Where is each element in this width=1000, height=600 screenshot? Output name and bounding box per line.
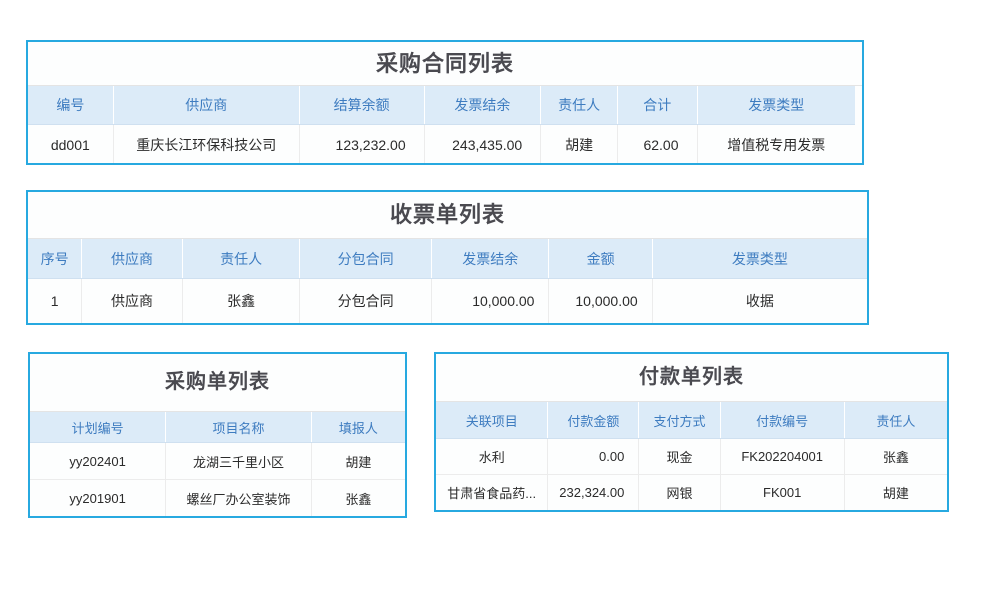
purchase-orders-title: 采购单列表 xyxy=(30,354,405,412)
column-header-payment-method: 支付方式 xyxy=(639,402,720,439)
column-header-invoice-type: 发票类型 xyxy=(652,239,867,279)
column-header-owner: 责任人 xyxy=(541,86,618,125)
cell-invoice-type: 增值税专用发票 xyxy=(697,125,855,165)
cell-plan-code: yy202401 xyxy=(30,443,166,480)
purchase-contracts-panel: 采购合同列表 编号 供应商 结算余额 发票结余 责任人 合计 发票类型 dd00… xyxy=(26,40,864,165)
column-header-project-name: 项目名称 xyxy=(166,412,312,443)
cell-project-name: 龙湖三千里小区 xyxy=(166,443,312,480)
column-header-settlement-balance: 结算余额 xyxy=(299,86,424,125)
cell-supplier: 重庆长江环保科技公司 xyxy=(113,125,299,165)
column-header-owner: 责任人 xyxy=(182,239,299,279)
column-header-supplier: 供应商 xyxy=(82,239,183,279)
cell-owner: 胡建 xyxy=(844,475,947,511)
purchase-contracts-table: 编号 供应商 结算余额 发票结余 责任人 合计 发票类型 dd001 重庆长江环… xyxy=(28,86,855,164)
cell-settlement-balance: 123,232.00 xyxy=(299,125,424,165)
receipt-notes-table: 序号 供应商 责任人 分包合同 发票结余 金额 发票类型 1 供应商 张鑫 分包… xyxy=(28,239,867,323)
column-header-subcontract: 分包合同 xyxy=(300,239,432,279)
cell-code: dd001 xyxy=(28,125,113,165)
table-row: 水利 0.00 现金 FK202204001 张鑫 xyxy=(436,439,947,475)
column-header-invoice-type: 发票类型 xyxy=(697,86,855,125)
cell-owner: 张鑫 xyxy=(182,279,299,324)
cell-invoice-balance: 243,435.00 xyxy=(424,125,541,165)
cell-project-name: 螺丝厂办公室装饰 xyxy=(166,480,312,517)
purchase-orders-table: 计划编号 项目名称 填报人 yy202401 龙湖三千里小区 胡建 yy2019… xyxy=(30,412,405,516)
cell-payment-method: 网银 xyxy=(639,475,720,511)
cell-payment-method: 现金 xyxy=(639,439,720,475)
cell-plan-code: yy201901 xyxy=(30,480,166,517)
column-header-amount: 金额 xyxy=(549,239,652,279)
table-row: yy201901 螺丝厂办公室装饰 张鑫 xyxy=(30,480,405,517)
receipt-notes-title: 收票单列表 xyxy=(28,192,867,239)
payment-notes-table: 关联项目 付款金额 支付方式 付款编号 责任人 水利 0.00 现金 FK202… xyxy=(436,402,947,510)
cell-amount: 10,000.00 xyxy=(549,279,652,324)
cell-index: 1 xyxy=(28,279,82,324)
header-row: 关联项目 付款金额 支付方式 付款编号 责任人 xyxy=(436,402,947,439)
purchase-contracts-title: 采购合同列表 xyxy=(28,42,862,86)
column-header-owner: 责任人 xyxy=(844,402,947,439)
column-header-index: 序号 xyxy=(28,239,82,279)
column-header-plan-code: 计划编号 xyxy=(30,412,166,443)
table-row: yy202401 龙湖三千里小区 胡建 xyxy=(30,443,405,480)
payment-notes-panel: 付款单列表 关联项目 付款金额 支付方式 付款编号 责任人 水利 0.00 现金… xyxy=(434,352,949,512)
cell-related-project: 水利 xyxy=(436,439,548,475)
cell-payment-code: FK202204001 xyxy=(720,439,844,475)
cell-filler: 张鑫 xyxy=(311,480,405,517)
cell-owner: 胡建 xyxy=(541,125,618,165)
cell-invoice-type: 收据 xyxy=(652,279,867,324)
column-header-payment-amount: 付款金额 xyxy=(548,402,639,439)
cell-filler: 胡建 xyxy=(311,443,405,480)
payment-notes-title: 付款单列表 xyxy=(436,354,947,402)
column-header-total: 合计 xyxy=(618,86,697,125)
cell-supplier: 供应商 xyxy=(82,279,183,324)
cell-related-project: 甘肃省食品药... xyxy=(436,475,548,511)
column-header-code: 编号 xyxy=(28,86,113,125)
column-header-supplier: 供应商 xyxy=(113,86,299,125)
receipt-notes-panel: 收票单列表 序号 供应商 责任人 分包合同 发票结余 金额 发票类型 1 供应商… xyxy=(26,190,869,325)
column-header-invoice-balance: 发票结余 xyxy=(424,86,541,125)
report-page: { "colors": { "panel_border": "#27a9e0",… xyxy=(0,0,1000,600)
table-row: dd001 重庆长江环保科技公司 123,232.00 243,435.00 胡… xyxy=(28,125,855,165)
table-row: 甘肃省食品药... 232,324.00 网银 FK001 胡建 xyxy=(436,475,947,511)
column-header-filler: 填报人 xyxy=(311,412,405,443)
cell-invoice-balance: 10,000.00 xyxy=(432,279,549,324)
cell-total: 62.00 xyxy=(618,125,697,165)
cell-owner: 张鑫 xyxy=(844,439,947,475)
column-header-payment-code: 付款编号 xyxy=(720,402,844,439)
header-row: 计划编号 项目名称 填报人 xyxy=(30,412,405,443)
purchase-orders-panel: 采购单列表 计划编号 项目名称 填报人 yy202401 龙湖三千里小区 胡建 … xyxy=(28,352,407,518)
table-row: 1 供应商 张鑫 分包合同 10,000.00 10,000.00 收据 xyxy=(28,279,867,324)
header-row: 编号 供应商 结算余额 发票结余 责任人 合计 发票类型 xyxy=(28,86,855,125)
column-header-invoice-balance: 发票结余 xyxy=(432,239,549,279)
cell-payment-amount: 0.00 xyxy=(548,439,639,475)
cell-subcontract: 分包合同 xyxy=(300,279,432,324)
cell-payment-code: FK001 xyxy=(720,475,844,511)
column-header-related-project: 关联项目 xyxy=(436,402,548,439)
header-row: 序号 供应商 责任人 分包合同 发票结余 金额 发票类型 xyxy=(28,239,867,279)
cell-payment-amount: 232,324.00 xyxy=(548,475,639,511)
